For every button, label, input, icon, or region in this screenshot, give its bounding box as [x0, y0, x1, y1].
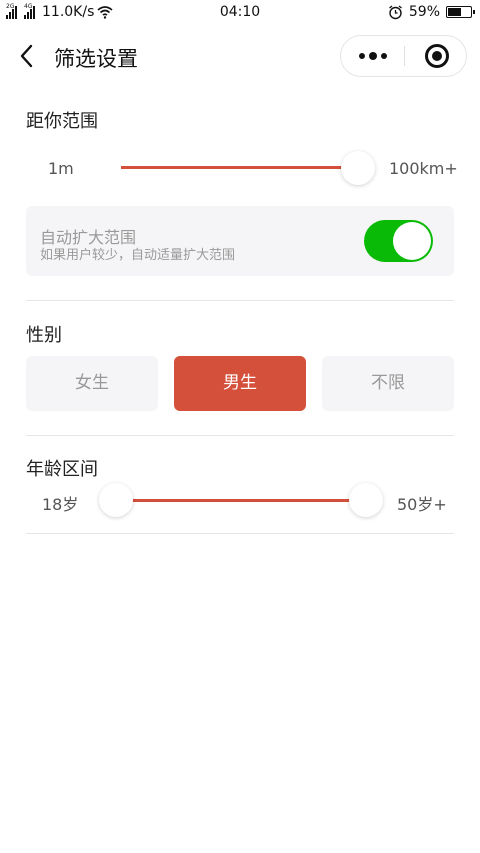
close-miniprogram-icon[interactable]: [425, 44, 449, 68]
toggle-knob: [393, 222, 431, 260]
distance-max-label: 100km+: [389, 159, 458, 178]
divider: [26, 300, 454, 301]
gender-option-male[interactable]: 男生: [174, 356, 306, 411]
distance-slider-thumb[interactable]: [341, 151, 375, 185]
divider: [26, 435, 454, 436]
age-title: 年龄区间: [26, 459, 98, 480]
distance-min-label: 1m: [48, 159, 74, 178]
distance-title: 距你范围: [26, 111, 98, 132]
more-dot-icon: [380, 53, 387, 59]
status-bar: 2G 4G 11.0K/s 04:10 59%: [0, 0, 480, 26]
nav-bar: 筛选设置: [0, 30, 480, 82]
gender-title: 性别: [26, 325, 62, 346]
auto-expand-toggle[interactable]: [364, 220, 433, 262]
back-icon[interactable]: [14, 42, 42, 70]
battery-icon: [446, 6, 475, 18]
page-title: 筛选设置: [54, 47, 138, 71]
divider: [26, 533, 454, 534]
age-slider-thumb-low[interactable]: [99, 483, 133, 517]
more-dot-icon: [368, 52, 377, 60]
age-track[interactable]: [116, 499, 366, 502]
age-min-label: 18岁: [42, 495, 79, 514]
capsule-menu: [340, 35, 467, 77]
more-button[interactable]: [341, 36, 404, 76]
auto-expand-panel: 自动扩大范围 如果用户较少，自动适量扩大范围: [26, 206, 454, 276]
gender-option-any[interactable]: 不限: [322, 356, 454, 411]
age-max-label: 50岁+: [397, 495, 447, 514]
distance-track[interactable]: [121, 166, 358, 169]
auto-expand-subtitle: 如果用户较少，自动适量扩大范围: [40, 248, 236, 263]
status-right: 59%: [388, 4, 475, 20]
capsule-divider: [404, 46, 405, 66]
battery-percent: 59%: [408, 4, 440, 20]
gender-option-female[interactable]: 女生: [26, 356, 158, 411]
more-dot-icon: [358, 53, 365, 59]
age-slider-thumb-high[interactable]: [349, 483, 383, 517]
alarm-icon: [388, 4, 402, 19]
